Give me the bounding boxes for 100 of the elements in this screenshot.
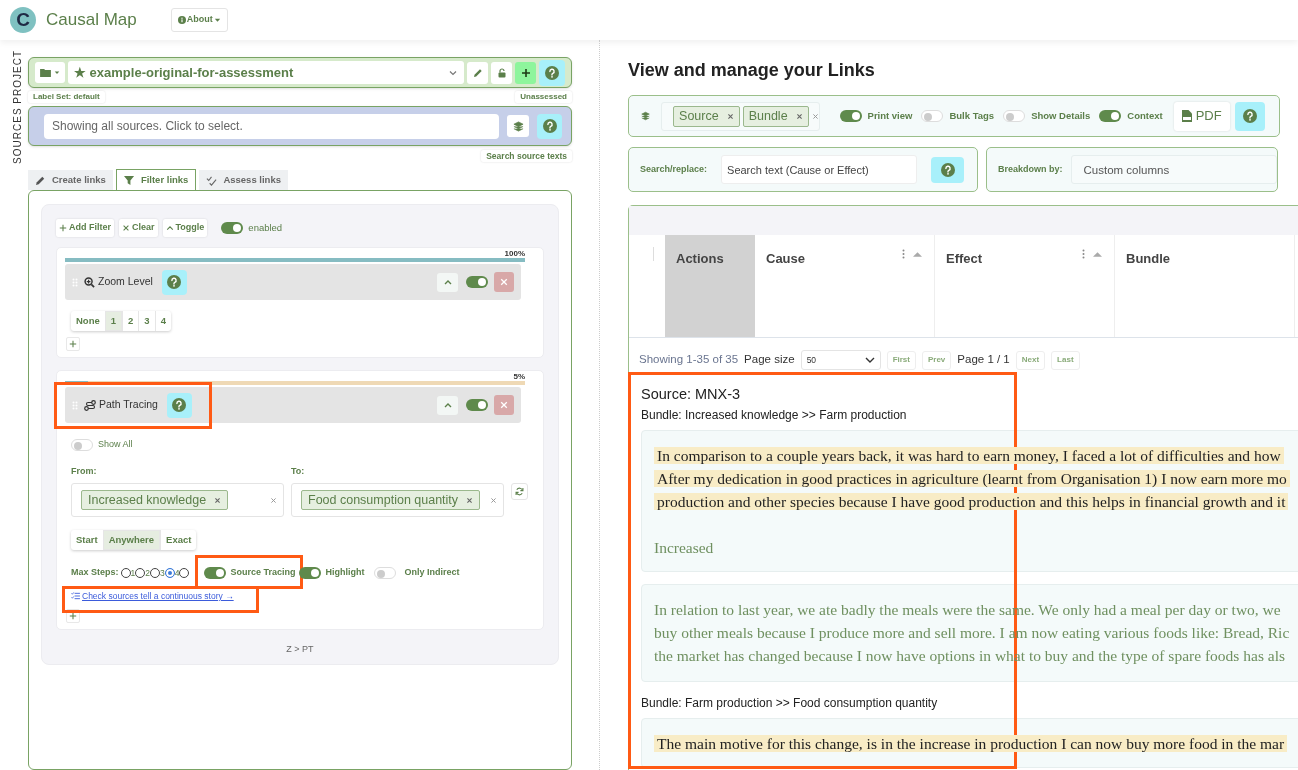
toggle-switch[interactable]: [71, 438, 93, 451]
toggle-label: Bulk Tags: [949, 108, 995, 123]
option-button[interactable]: 3: [138, 311, 155, 331]
option-button[interactable]: Anywhere: [102, 530, 161, 550]
swap-button[interactable]: [511, 482, 528, 500]
search-sources-link[interactable]: Search source texts: [481, 150, 572, 162]
option-button[interactable]: Start: [71, 530, 103, 550]
search-field[interactable]: Search text (Cause or Effect): [721, 155, 918, 184]
option-button[interactable]: 4: [154, 311, 171, 331]
toggle-label: Show Details: [1031, 108, 1091, 123]
add-button[interactable]: [515, 61, 536, 84]
pencil-icon: [472, 67, 483, 78]
toggle-switch[interactable]: [374, 567, 397, 579]
column-header[interactable]: Actions: [665, 235, 755, 337]
help-button[interactable]: [539, 59, 565, 86]
column-header[interactable]: Cause: [755, 235, 935, 337]
option-button[interactable]: None: [71, 311, 105, 331]
close-icon: [466, 496, 474, 504]
sidebar-label: SOURCES PROJECT: [12, 50, 24, 164]
toggle-label: Context: [1127, 108, 1163, 123]
bundle-title: Bundle: Increased knowledge >> Farm production: [641, 407, 908, 424]
tab[interactable]: Filter links: [115, 169, 197, 190]
toggle-switch[interactable]: [466, 276, 488, 288]
toolbar-button[interactable]: Clear: [119, 219, 158, 237]
tag-field[interactable]: Increased knowledge: [71, 483, 284, 517]
results-summary: Showing 1-35 of 35: [639, 352, 739, 368]
pagination-button[interactable]: Next: [1015, 350, 1046, 370]
option-button[interactable]: 2: [122, 311, 139, 331]
help-button[interactable]: [161, 269, 187, 295]
filter-title: Zoom Level: [98, 274, 153, 290]
toggle-label: Source Tracing: [230, 566, 296, 580]
group-by-field[interactable]: Source Bundle: [661, 101, 820, 131]
pagination-button[interactable]: Last: [1051, 350, 1080, 370]
status-badge: Unassessed: [515, 91, 572, 103]
close-icon: [214, 496, 222, 504]
pdf-file-icon: [1181, 110, 1192, 122]
toggle-switch[interactable]: [1099, 110, 1122, 122]
lock-button[interactable]: [491, 61, 512, 84]
kebab-menu-icon: [1082, 249, 1085, 259]
help-button[interactable]: [1235, 101, 1265, 131]
app-logo: C: [10, 7, 36, 33]
pagination-button[interactable]: First: [886, 350, 916, 370]
toggle-switch[interactable]: [921, 110, 944, 122]
page-size-label: Page size: [744, 352, 795, 368]
tab[interactable]: Create links: [28, 170, 113, 190]
page-indicator: Page 1 / 1: [957, 352, 1010, 368]
field-label: Max Steps:: [71, 566, 119, 580]
help-button[interactable]: [166, 392, 192, 418]
pdf-button[interactable]: PDF: [1173, 101, 1230, 131]
funnel-icon: [123, 174, 135, 186]
pen-icon: [35, 174, 46, 186]
plus-icon: [69, 611, 77, 620]
page-size-select[interactable]: 50: [800, 350, 881, 370]
radio-label: 3: [160, 566, 165, 580]
toggle-label: Print view: [867, 108, 913, 123]
kebab-menu-icon: [902, 249, 905, 259]
radio-label: 2: [145, 566, 150, 580]
column-header[interactable]: Bundle: [1115, 235, 1295, 337]
help-icon: [172, 398, 187, 412]
toggle-switch[interactable]: [204, 567, 227, 579]
pagination-button[interactable]: Prev: [921, 350, 952, 370]
toggle-switch[interactable]: [221, 222, 244, 234]
layers-button[interactable]: [507, 115, 529, 137]
radio-button[interactable]: [164, 568, 175, 578]
folder-button[interactable]: [35, 62, 65, 83]
toolbar-button[interactable]: Toggle: [162, 219, 208, 237]
option-button[interactable]: Exact: [160, 530, 197, 550]
quote-note: Increased: [654, 538, 715, 558]
tag-field[interactable]: Food consumption quantity: [291, 483, 504, 517]
progress-label: 5%: [513, 372, 525, 382]
quote-text: In comparison to a couple years back, it was hard to earn money, I faced a lot of difficulties and how After my dedication in good practices in agriculture (learnt from Organisation 1) I now earn more mo production and other species because I have good production and this helps in financial growth and it: [654, 444, 1290, 513]
toolbar-button[interactable]: Add Filter: [56, 219, 114, 237]
toggle-switch[interactable]: [1003, 110, 1026, 122]
breakdown-field[interactable]: Custom columns: [1070, 155, 1277, 184]
option-button[interactable]: 1: [104, 311, 123, 331]
help-button[interactable]: [537, 113, 562, 139]
radio-label: 4: [174, 566, 180, 580]
story-check-link[interactable]: Check sources tell a continuous story →: [71, 590, 234, 603]
field-label: To:: [291, 464, 306, 478]
help-button[interactable]: [931, 156, 965, 183]
toggle-switch[interactable]: [299, 567, 322, 579]
label-set-badge: Label Set: default: [28, 91, 105, 103]
column-header[interactable]: Effect: [935, 235, 1115, 337]
toggle-switch[interactable]: [466, 399, 488, 411]
close-icon: [500, 278, 508, 286]
project-select[interactable]: ★ example-original-for-assessment: [68, 61, 464, 84]
folder-icon: [40, 68, 51, 77]
source-select-field[interactable]: Showing all sources. Click to select.: [44, 113, 499, 139]
help-icon: [542, 119, 557, 133]
toggle-label: Show All: [98, 438, 133, 451]
caret-icon: [54, 70, 60, 75]
chevron-up-icon: [165, 224, 174, 232]
field-label: Search/replace:: [640, 162, 708, 176]
edit-button[interactable]: [467, 61, 488, 84]
about-button[interactable]: About: [170, 8, 228, 32]
app-name: Causal Map: [46, 9, 137, 32]
tag-chip: Source: [673, 105, 740, 127]
tab[interactable]: Assess links: [199, 170, 288, 190]
toggle-switch[interactable]: [839, 110, 862, 122]
plus-icon: [59, 224, 67, 232]
